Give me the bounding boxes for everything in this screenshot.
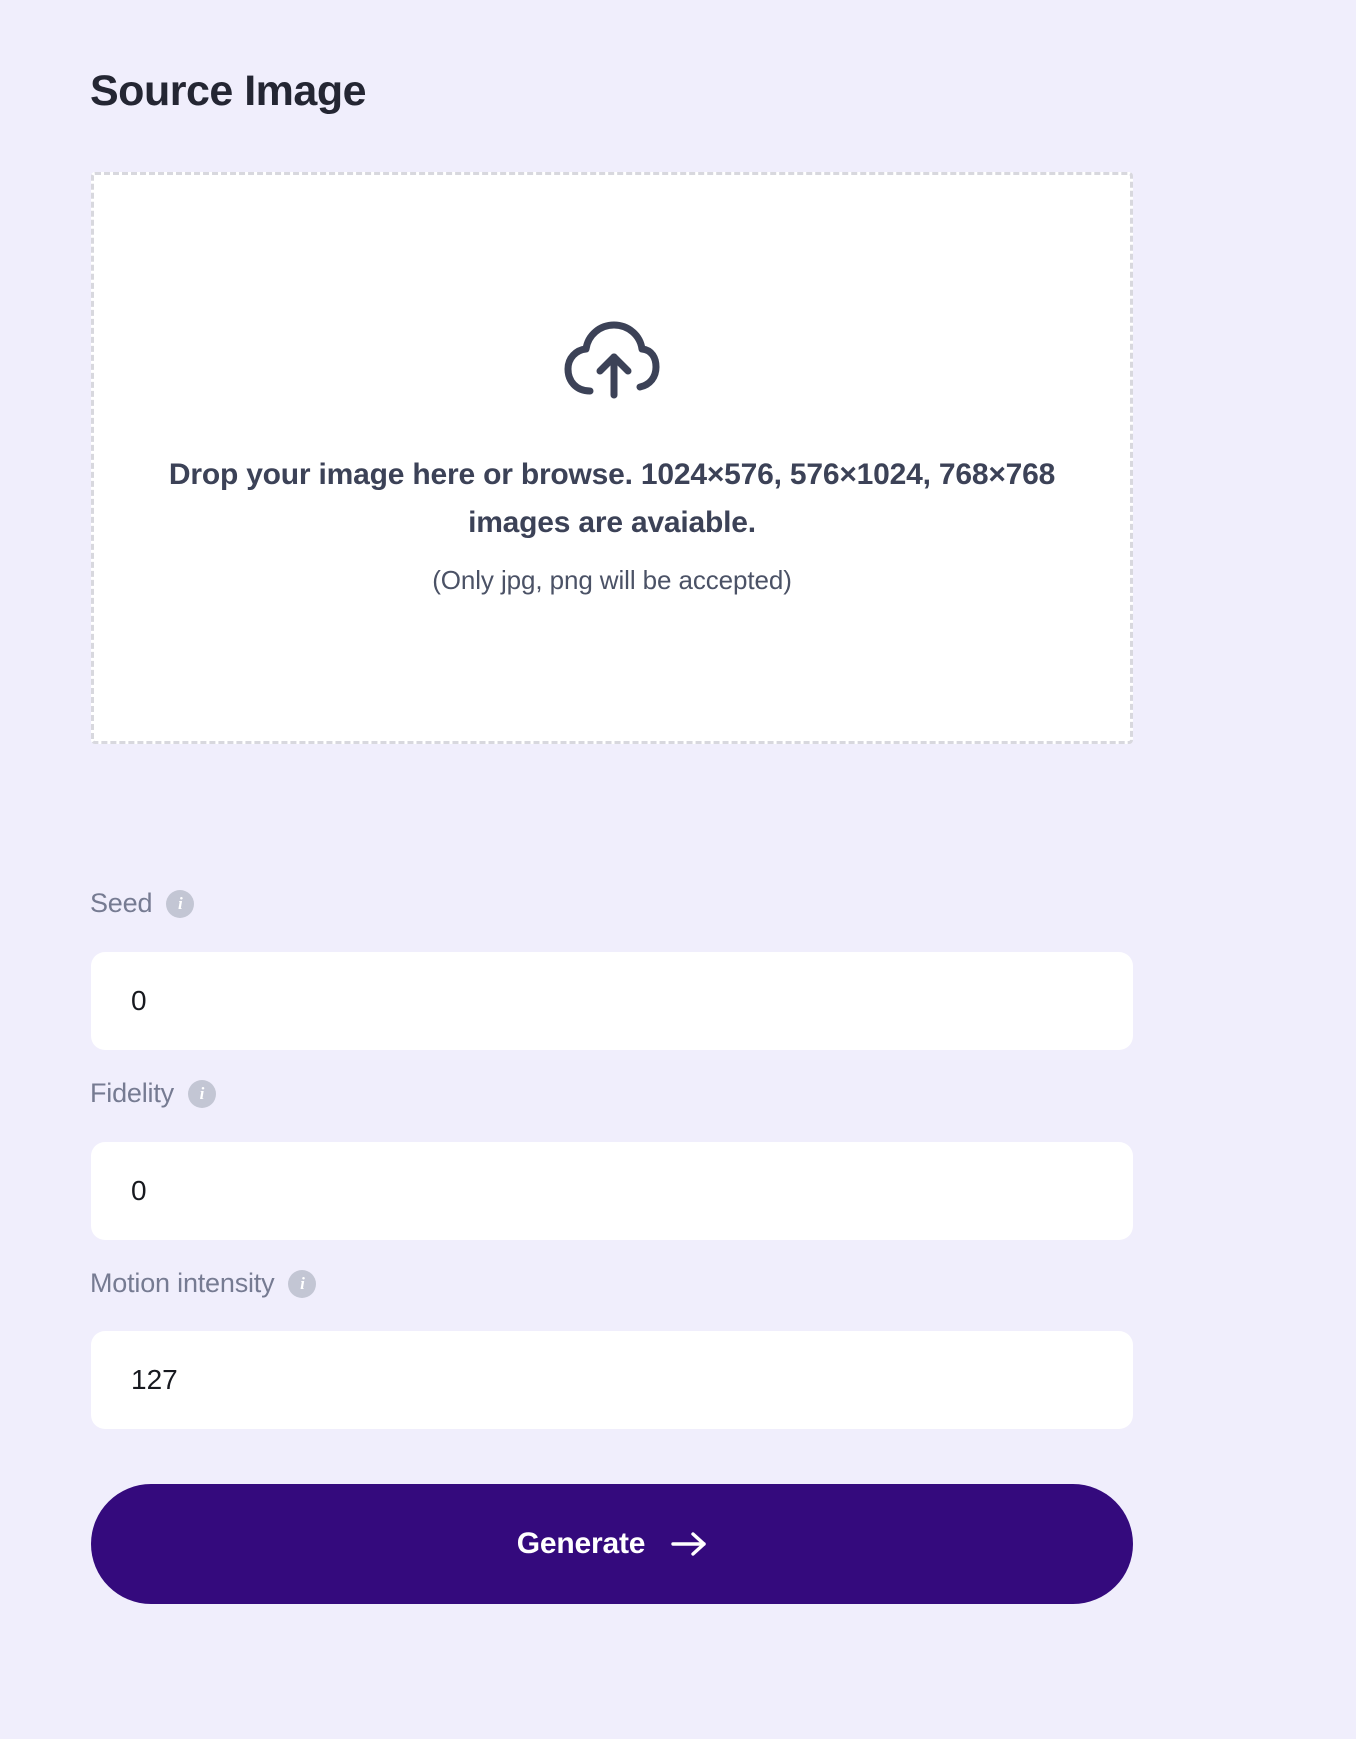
dropzone-main-text: Drop your image here or browse. 1024×576… xyxy=(168,457,1056,539)
fidelity-label-row: Fidelity i xyxy=(90,1078,216,1109)
generate-button[interactable]: Generate xyxy=(91,1484,1133,1604)
image-dropzone[interactable]: Drop your image here or browse. 1024×576… xyxy=(91,172,1133,744)
motion-intensity-input[interactable] xyxy=(91,1331,1133,1429)
info-icon[interactable]: i xyxy=(166,889,195,918)
arrow-right-icon xyxy=(671,1532,706,1556)
cloud-upload-icon xyxy=(564,321,660,398)
source-image-panel: Source Image Drop your image here or bro… xyxy=(0,0,1356,1739)
seed-input[interactable] xyxy=(91,952,1133,1050)
info-icon[interactable]: i xyxy=(187,1079,216,1108)
fidelity-label: Fidelity xyxy=(90,1078,174,1108)
seed-label-row: Seed i xyxy=(90,888,195,919)
motion-intensity-label: Motion intensity xyxy=(90,1268,275,1298)
seed-label: Seed xyxy=(90,888,153,918)
dropzone-sub-text: (Only jpg, png will be accepted) xyxy=(432,564,792,595)
page-title: Source Image xyxy=(90,67,367,115)
motion-intensity-label-row: Motion intensity i xyxy=(90,1268,317,1299)
generate-button-label: Generate xyxy=(516,1527,646,1560)
fidelity-input[interactable] xyxy=(91,1142,1133,1240)
info-icon[interactable]: i xyxy=(288,1269,317,1298)
